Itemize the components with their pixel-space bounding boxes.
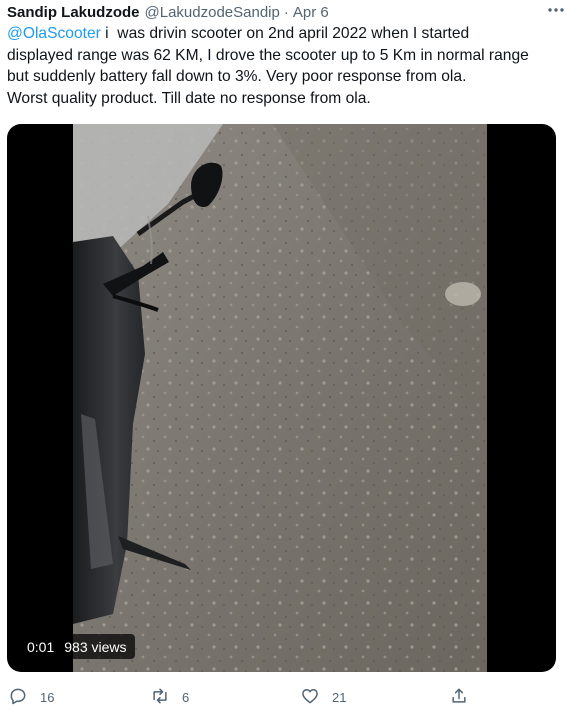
tweet-actions: 16 6 21	[0, 683, 578, 711]
tweet-text-line-2: displayed range was 62 KM, I drove the s…	[7, 46, 529, 64]
tweet-header: Sandip Lakudzode @LakudzodeSandip · Apr …	[7, 2, 568, 22]
retweet-button[interactable]: 6	[150, 683, 189, 711]
retweet-icon	[150, 686, 170, 709]
author-display-name[interactable]: Sandip Lakudzode	[7, 4, 140, 21]
mention-link[interactable]: @OlaScooter	[7, 25, 101, 42]
tweet-date[interactable]: Apr 6	[293, 4, 329, 21]
video-views: 983 views	[64, 638, 127, 655]
share-icon	[449, 686, 469, 709]
like-button[interactable]: 21	[300, 683, 346, 711]
video-player[interactable]: 0:01 983 views	[7, 124, 556, 672]
retweet-count: 6	[182, 689, 190, 705]
header-separator: ·	[283, 3, 289, 21]
video-frame[interactable]	[73, 124, 487, 672]
reply-button[interactable]: 16	[8, 683, 54, 711]
author-handle[interactable]: @LakudzodeSandip	[145, 4, 280, 21]
video-overlay: 0:01 983 views	[19, 634, 135, 659]
tweet-text-line-3: but suddenly battery fall down to 3%. Ve…	[7, 68, 467, 86]
video-still-road-scooter	[73, 124, 487, 672]
tweet-text-line-4: Worst quality product. Till date no resp…	[7, 89, 371, 107]
more-horizontal-icon[interactable]	[544, 0, 568, 20]
video-elapsed: 0:01	[27, 638, 55, 655]
tweet-text: @OlaScooter i was drivin scooter on 2nd …	[7, 23, 567, 109]
like-count: 21	[332, 689, 347, 705]
reply-bubble-icon	[8, 686, 28, 709]
share-button[interactable]	[449, 683, 469, 711]
reply-count: 16	[40, 689, 55, 705]
tweet-text-line-1: @OlaScooter i was drivin scooter on 2nd …	[7, 23, 567, 45]
heart-icon	[300, 686, 320, 709]
tweet-text-line-1-rest: i was drivin scooter on 2nd april 2022 w…	[100, 25, 470, 42]
